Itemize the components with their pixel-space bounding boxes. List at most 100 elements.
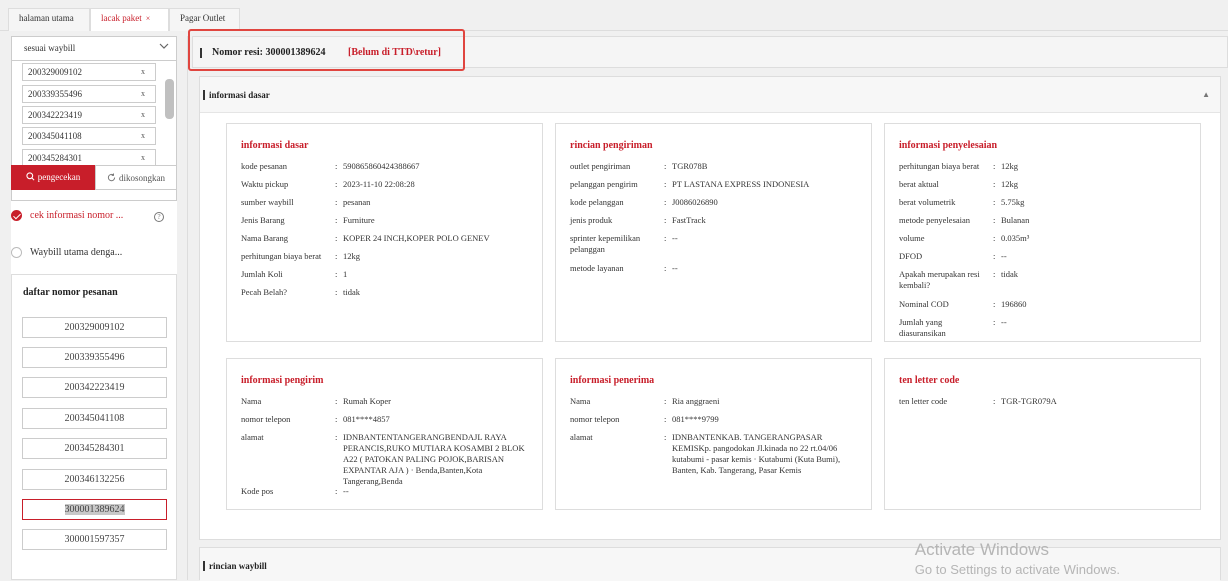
order-number: 300001597357 [65, 534, 125, 545]
tab-track-package[interactable]: lacak paket × [90, 8, 169, 31]
section-header[interactable]: informasi dasar ▲ [200, 77, 1220, 113]
remove-icon[interactable]: x [141, 64, 145, 80]
info-value: 12kg [1001, 179, 1191, 190]
search-type-select[interactable]: sesuai waybill [11, 36, 177, 61]
waybill-chip-text: 200339355496 [28, 89, 82, 99]
card-title: rincian pengiriman [570, 140, 653, 151]
check-button[interactable]: pengecekan [11, 165, 95, 190]
waybill-chip: 200345041108 x [22, 127, 156, 145]
info-value: Rumah Koper [343, 396, 533, 407]
info-key: outlet pengiriman [570, 161, 662, 172]
order-number: 200345284301 [65, 443, 125, 454]
info-value: 1 [343, 269, 533, 280]
remove-icon[interactable]: x [141, 107, 145, 123]
clear-button[interactable]: dikosongkan [95, 165, 177, 190]
info-value: -- [343, 486, 533, 497]
info-key: Apakah merupakan resi kembali? [899, 269, 991, 291]
info-key: sprinter kepemilikan pelanggan [570, 233, 662, 255]
card-shipping-detail: rincian pengiriman outlet pengiriman:TGR… [555, 123, 872, 342]
card-basic-info: informasi dasar kode pesanan:59086586042… [226, 123, 543, 342]
info-value: tidak [1001, 269, 1191, 280]
remove-icon[interactable]: x [141, 86, 145, 102]
remove-icon[interactable]: x [141, 150, 145, 166]
remove-icon[interactable]: x [141, 128, 145, 144]
info-value: IDNBANTENTANGERANGBENDAJL RAYA PERANCIS,… [343, 432, 533, 487]
basic-info-section: informasi dasar ▲ informasi dasar kode p… [199, 76, 1221, 540]
waybill-chip: 200342223419 x [22, 106, 156, 124]
info-key: Nama [570, 396, 662, 407]
collapse-icon[interactable]: ▲ [1202, 90, 1210, 99]
waybill-chip: 200339355496 x [22, 85, 156, 103]
help-icon[interactable]: ? [154, 212, 164, 222]
watermark-title: Activate Windows [915, 540, 1120, 560]
order-number: 200345041108 [65, 413, 125, 424]
section-marker [203, 90, 205, 100]
option-label: Waybill utama denga... [30, 247, 122, 258]
chevron-down-icon [158, 40, 170, 52]
card-title: ten letter code [899, 375, 959, 386]
order-number: 200346132256 [65, 474, 125, 485]
card-settlement-info: informasi penyelesaian perhitungan biaya… [884, 123, 1201, 342]
search-type-value: sesuai waybill [24, 43, 75, 53]
watermark-subtitle: Go to Settings to activate Windows. [915, 562, 1120, 577]
info-key: jenis produk [570, 215, 662, 226]
info-key: Kode pos [241, 486, 333, 497]
info-key: kode pesanan [241, 161, 333, 172]
option-main-waybill[interactable]: Waybill utama denga... [11, 245, 122, 261]
info-key: Nominal COD [899, 299, 991, 310]
card-title: informasi penerima [570, 375, 654, 386]
order-item[interactable]: 200339355496 [22, 347, 167, 368]
tab-label: lacak paket [101, 13, 142, 23]
close-icon[interactable]: × [146, 14, 151, 23]
sidebar: sesuai waybill 200329009102 x 20033935549… [11, 36, 177, 580]
card-title: informasi pengirim [241, 375, 324, 386]
info-key: perhitungan biaya berat [241, 251, 333, 262]
info-key: berat volumetrik [899, 197, 991, 208]
waybill-chip-text: 200342223419 [28, 110, 82, 120]
order-item[interactable]: 200329009102 [22, 317, 167, 338]
tab-outlet-fence[interactable]: Pagar Outlet [169, 8, 240, 31]
info-key: Waktu pickup [241, 179, 333, 190]
info-value: PT LASTANA EXPRESS INDONESIA [672, 179, 862, 190]
order-number: 300001389624 [65, 504, 125, 515]
order-number: 200329009102 [65, 322, 125, 333]
waybill-chip-text: 200345284301 [28, 153, 82, 163]
highlight-box [188, 29, 465, 71]
info-value: 12kg [1001, 161, 1191, 172]
card-sender-info: informasi pengirim Nama:Rumah Koper nomo… [226, 358, 543, 510]
refresh-icon [107, 173, 116, 182]
waybill-chip-text: 200345041108 [28, 131, 82, 141]
order-item[interactable]: 200342223419 [22, 377, 167, 398]
info-value: 2023-11-10 22:08:28 [343, 179, 533, 190]
info-value: TGR078B [672, 161, 862, 172]
info-key: berat aktual [899, 179, 991, 190]
scrollbar[interactable] [165, 79, 174, 119]
order-item[interactable]: 200346132256 [22, 469, 167, 490]
info-value: KOPER 24 INCH,KOPER POLO GENEV [343, 233, 533, 244]
tab-home[interactable]: halaman utama [8, 8, 90, 31]
order-item[interactable]: 200345284301 [22, 438, 167, 459]
order-item[interactable]: 200345041108 [22, 408, 167, 429]
info-value: 196860 [1001, 299, 1191, 310]
order-list-title: daftar nomor pesanan [23, 287, 118, 298]
tab-label: halaman utama [19, 13, 74, 23]
info-value: Ria anggraeni [672, 396, 862, 407]
activate-windows-watermark: Activate Windows Go to Settings to activ… [915, 540, 1120, 577]
panel-divider[interactable] [187, 36, 188, 580]
order-item[interactable]: 300001597357 [22, 529, 167, 550]
section-title: rincian waybill [209, 561, 267, 571]
order-number: 200339355496 [65, 352, 125, 363]
info-key: ten letter code [899, 396, 991, 407]
info-key: kode pelanggan [570, 197, 662, 208]
order-list-panel: daftar nomor pesanan 200329009102 200339… [11, 274, 177, 580]
option-check-info[interactable]: cek informasi nomor ... [11, 208, 123, 224]
info-key: alamat [241, 432, 333, 443]
radio-checked-icon [11, 210, 22, 221]
card-title: informasi penyelesaian [899, 140, 997, 151]
info-key: pelanggan pengirim [570, 179, 662, 190]
card-title: informasi dasar [241, 140, 309, 151]
info-key: metode penyelesaian [899, 215, 991, 226]
info-value: 12kg [343, 251, 533, 262]
order-item-selected[interactable]: 300001389624 [22, 499, 167, 520]
tab-label: Pagar Outlet [180, 13, 225, 23]
